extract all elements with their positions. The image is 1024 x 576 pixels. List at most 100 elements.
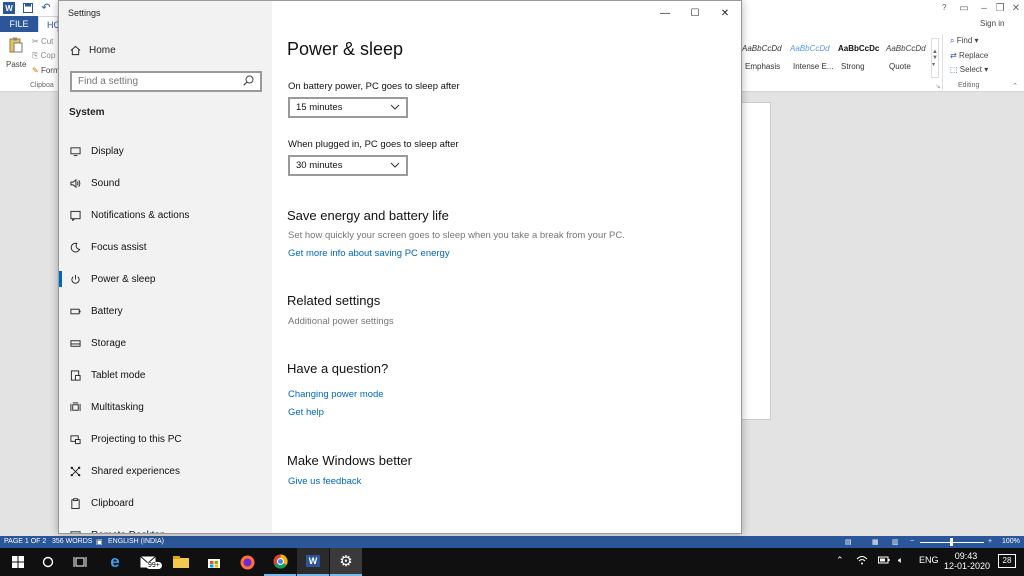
zoom-slider-thumb[interactable]: [950, 538, 953, 546]
store-icon[interactable]: [198, 548, 230, 576]
sidebar-item-multitasking[interactable]: Multitasking: [59, 394, 272, 420]
moon-icon: [69, 241, 81, 253]
settings-window-title: Settings: [68, 8, 101, 18]
sidebar-item-notifications-and-actions[interactable]: Notifications & actions: [59, 202, 272, 228]
style-name[interactable]: Intense E...: [793, 62, 833, 71]
get-help-link[interactable]: Get help: [288, 407, 324, 418]
format-label: Form: [40, 66, 60, 75]
collapse-ribbon-icon[interactable]: ⌃: [1010, 82, 1020, 90]
cortana-icon[interactable]: [32, 548, 64, 576]
read-mode-icon[interactable]: ▤: [845, 538, 852, 546]
find-button[interactable]: ⌕ Find ▾: [950, 36, 979, 46]
web-layout-icon[interactable]: ▥: [892, 538, 899, 546]
volume-icon[interactable]: 🔈︎: [898, 555, 903, 566]
style-sample[interactable]: AaBbCcDc: [838, 44, 879, 53]
mail-badge: 99+: [146, 562, 162, 569]
sidebar-item-power-and-sleep[interactable]: Power & sleep: [59, 266, 272, 292]
sidebar-item-clipboard[interactable]: Clipboard: [59, 490, 272, 516]
style-sample[interactable]: AaBbCcDd: [886, 44, 926, 53]
word-logo-icon: W: [3, 2, 15, 14]
styles-scroll-icon[interactable]: ▲ ▼ ▾: [931, 38, 939, 78]
clock[interactable]: 09:43 12-01-2020: [944, 551, 990, 571]
sidebar-item-label: Multitasking: [91, 401, 144, 413]
home-label: Home: [89, 44, 116, 56]
sidebar-item-shared-experiences[interactable]: Shared experiences: [59, 458, 272, 484]
proofing-icon[interactable]: ▣: [96, 538, 103, 546]
styles-dialog-launcher-icon[interactable]: ↘: [934, 82, 942, 90]
action-center-icon[interactable]: 28: [998, 554, 1016, 568]
document-page[interactable]: [740, 102, 771, 420]
undo-icon[interactable]: ↶: [40, 1, 52, 14]
sidebar-item-projecting-to-this-pc[interactable]: Projecting to this PC: [59, 426, 272, 452]
save-icon[interactable]: [22, 2, 34, 14]
zoom-level[interactable]: 100%: [1002, 538, 1020, 545]
style-name[interactable]: Strong: [841, 62, 865, 71]
additional-power-settings-link[interactable]: Additional power settings: [288, 316, 394, 327]
word-restore-icon[interactable]: ❐: [994, 2, 1006, 14]
print-layout-icon[interactable]: ▦: [872, 538, 879, 546]
paste-button[interactable]: Paste: [6, 60, 26, 69]
show-hidden-icons-icon[interactable]: ⌃: [836, 555, 844, 566]
word-statusbar: PAGE 1 OF 2 356 WORDS ▣ ENGLISH (INDIA) …: [0, 536, 1024, 548]
saving-energy-info-link[interactable]: Get more info about saving PC energy: [288, 248, 450, 259]
word-minimize-icon[interactable]: –: [978, 2, 990, 14]
page-count[interactable]: PAGE 1 OF 2: [4, 538, 46, 545]
search-box[interactable]: [70, 71, 262, 92]
input-language[interactable]: ENG: [919, 555, 939, 565]
make-windows-better-heading: Make Windows better: [287, 453, 412, 468]
style-sample[interactable]: AaBbCcDd: [742, 44, 782, 53]
home-tab[interactable]: HO: [38, 16, 61, 32]
changing-power-mode-link[interactable]: Changing power mode: [288, 389, 384, 400]
home-nav-item[interactable]: Home: [69, 42, 116, 58]
word-help-icon[interactable]: ?: [942, 3, 946, 12]
zoom-out-icon[interactable]: −: [910, 538, 914, 545]
copy-button[interactable]: ⎘ Cop: [32, 51, 55, 61]
sidebar-item-tablet-mode[interactable]: Tablet mode: [59, 362, 272, 388]
plugged-sleep-dropdown[interactable]: 30 minutes: [288, 155, 408, 176]
word-taskbar-icon[interactable]: W: [297, 548, 329, 576]
wifi-icon[interactable]: [856, 555, 868, 567]
edge-icon[interactable]: e: [99, 548, 131, 576]
sidebar-item-display[interactable]: Display: [59, 138, 272, 164]
file-tab[interactable]: FILE: [0, 16, 38, 32]
start-icon[interactable]: [2, 548, 34, 576]
sidebar-item-focus-assist[interactable]: Focus assist: [59, 234, 272, 260]
style-sample[interactable]: AaBbCcDd: [790, 44, 830, 53]
firefox-icon[interactable]: [231, 548, 263, 576]
file-explorer-icon[interactable]: [165, 548, 197, 576]
word-count[interactable]: 356 WORDS: [52, 538, 92, 545]
language-status[interactable]: ENGLISH (INDIA): [108, 538, 164, 545]
sidebar-item-label: Shared experiences: [91, 465, 180, 477]
format-painter-button[interactable]: ✎ Form: [32, 66, 60, 75]
replace-button[interactable]: ⇄ Replace: [950, 51, 988, 60]
cut-button[interactable]: ✂ Cut: [32, 37, 53, 46]
word-close-icon[interactable]: ✕: [1010, 2, 1022, 14]
battery-icon: [69, 305, 81, 317]
style-name[interactable]: Emphasis: [745, 62, 780, 71]
remote-icon: [69, 529, 81, 533]
style-name[interactable]: Quote: [889, 62, 911, 71]
select-button[interactable]: ⬚ Select ▾: [950, 65, 988, 74]
battery-sleep-dropdown[interactable]: 15 minutes: [288, 97, 408, 118]
mail-icon[interactable]: 99+: [132, 548, 164, 576]
power-icon: [69, 273, 81, 285]
sidebar-item-sound[interactable]: Sound: [59, 170, 272, 196]
sign-in-link[interactable]: Sign in: [980, 19, 1004, 28]
paste-icon[interactable]: [8, 36, 24, 54]
sidebar-item-remote-desktop[interactable]: Remote Desktop: [59, 522, 272, 533]
sidebar-item-storage[interactable]: Storage: [59, 330, 272, 356]
sidebar-item-battery[interactable]: Battery: [59, 298, 272, 324]
tablet-icon: [69, 369, 81, 381]
settings-taskbar-icon[interactable]: ⚙: [330, 548, 362, 576]
search-input[interactable]: [78, 76, 238, 87]
battery-sleep-label: On battery power, PC goes to sleep after: [288, 81, 460, 92]
word-ribbon-options-icon[interactable]: ▭: [958, 2, 970, 14]
home-icon: [69, 44, 81, 56]
chrome-icon[interactable]: [264, 548, 296, 576]
related-settings-heading: Related settings: [287, 293, 381, 308]
battery-tray-icon[interactable]: [878, 555, 890, 567]
search-icon[interactable]: [243, 75, 254, 89]
give-feedback-link[interactable]: Give us feedback: [288, 476, 361, 487]
zoom-in-icon[interactable]: +: [988, 538, 992, 545]
task-view-icon[interactable]: [64, 548, 96, 576]
